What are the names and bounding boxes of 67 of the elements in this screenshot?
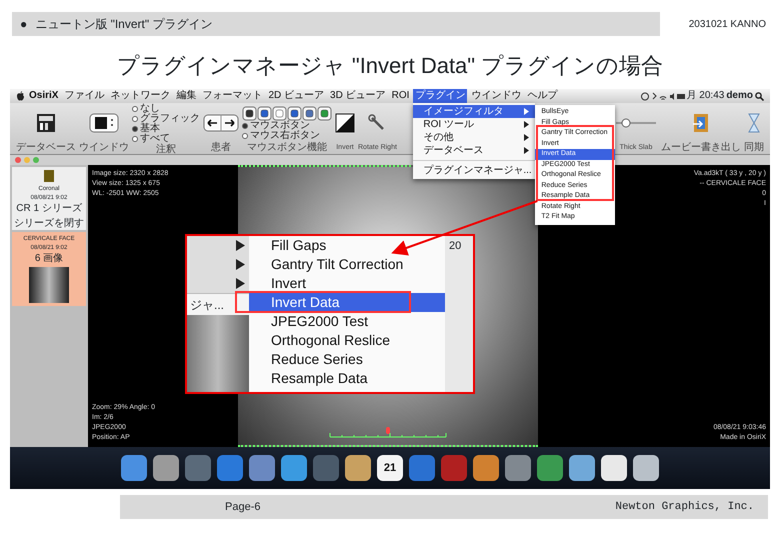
app-icon[interactable] bbox=[281, 455, 307, 481]
menu-item[interactable]: データベース bbox=[413, 144, 536, 157]
series-info-text: 6 画像 bbox=[34, 253, 64, 264]
menu-item[interactable]: 編集 bbox=[174, 89, 198, 103]
menu-item[interactable]: フォーマット bbox=[200, 89, 264, 103]
menu-item[interactable]: 3D ビューア bbox=[328, 89, 388, 103]
bullet-icon: ● bbox=[20, 15, 28, 33]
clock-text: 月 20:43 bbox=[686, 89, 724, 103]
tool-label: 同期 bbox=[744, 142, 764, 153]
radio-option[interactable]: グラフィック bbox=[132, 114, 200, 124]
tool-label: マウスボタン機能 bbox=[247, 142, 327, 153]
apple-logo-icon[interactable] bbox=[16, 91, 25, 101]
tool-label: ウインドウ bbox=[79, 142, 129, 153]
header-title: ニュートン版 "Invert" プラグイン bbox=[35, 16, 212, 33]
menu-item[interactable]: プラグインマネージャ... bbox=[413, 164, 536, 177]
radio-option[interactable]: なし bbox=[132, 104, 160, 114]
tool-label: 患者 bbox=[211, 142, 231, 153]
app-icon[interactable] bbox=[633, 455, 659, 481]
menu-item[interactable]: ウインドウ bbox=[469, 89, 524, 103]
menu-item[interactable]: ネットワーク bbox=[108, 89, 172, 103]
menu-item[interactable]: Gantry Tilt Correction bbox=[249, 255, 445, 274]
menu-item[interactable]: JPEG2000 Test bbox=[249, 312, 445, 331]
contrast-icon[interactable] bbox=[335, 113, 355, 133]
menu-item[interactable]: Fill Gaps bbox=[249, 236, 445, 255]
menu-item[interactable]: 2D ビューア bbox=[266, 89, 326, 103]
menu-item[interactable]: Reduce Series bbox=[249, 350, 445, 369]
radio-option[interactable]: 基本 bbox=[132, 124, 160, 134]
app-icon[interactable] bbox=[345, 455, 371, 481]
menu-item[interactable]: Resample Data bbox=[249, 369, 445, 388]
menu-item[interactable]: ROI bbox=[390, 89, 412, 103]
radio-option[interactable]: マウス右ボタン bbox=[242, 130, 320, 140]
menu-item[interactable]: ファイル bbox=[62, 89, 106, 103]
xray-thumbnail-image bbox=[29, 267, 69, 303]
hourglass-icon[interactable] bbox=[747, 112, 761, 134]
menu-item[interactable]: その他 bbox=[413, 131, 536, 144]
app-icon[interactable] bbox=[569, 455, 595, 481]
app-icon[interactable] bbox=[601, 455, 627, 481]
calendar-app-icon[interactable]: 21 bbox=[377, 455, 403, 481]
close-series-link[interactable]: シリーズを閉す bbox=[12, 217, 86, 230]
tool-label: ムービー書き出し bbox=[661, 142, 741, 153]
series-badge-icon bbox=[44, 170, 54, 182]
database-icon[interactable] bbox=[35, 112, 57, 134]
document-code: 2031021 KANNO bbox=[688, 18, 766, 32]
menu-item[interactable]: OsiriX bbox=[27, 89, 60, 103]
app-icon[interactable] bbox=[153, 455, 179, 481]
menu-item[interactable]: イメージフィルタ bbox=[413, 105, 536, 118]
page-number: Page-6 bbox=[225, 500, 260, 515]
window-button-icon[interactable] bbox=[89, 112, 119, 134]
status-icons bbox=[640, 92, 685, 100]
menu-item[interactable]: プラグイン bbox=[413, 89, 468, 103]
tool-label: データベース bbox=[16, 142, 76, 153]
radio-option[interactable]: すべて bbox=[132, 134, 170, 144]
arrow-buttons-icon[interactable] bbox=[203, 112, 239, 134]
count-text: 20 bbox=[449, 240, 462, 252]
user-name[interactable]: demo bbox=[726, 89, 753, 103]
radio-option[interactable]: マウスボタン bbox=[242, 120, 310, 130]
menu-item[interactable]: Invert Data bbox=[249, 293, 445, 312]
menu-item[interactable]: Invert bbox=[249, 274, 445, 293]
search-icon[interactable] bbox=[755, 92, 764, 100]
menu-item[interactable]: ROI ツール bbox=[413, 118, 536, 131]
series-info-text: CR 1 シリーズ bbox=[16, 203, 82, 214]
company-name: Newton Graphics, Inc. bbox=[615, 500, 754, 515]
menu-item[interactable]: Orthogonal Reslice bbox=[249, 331, 445, 350]
tool-label: 注釈 bbox=[156, 144, 176, 155]
mouse-tool-buttons[interactable] bbox=[242, 106, 332, 120]
slide-title: プラグインマネージャ "Invert Data" プラグインの場合 bbox=[116, 53, 664, 78]
menu-item[interactable]: ヘルプ bbox=[525, 89, 560, 103]
